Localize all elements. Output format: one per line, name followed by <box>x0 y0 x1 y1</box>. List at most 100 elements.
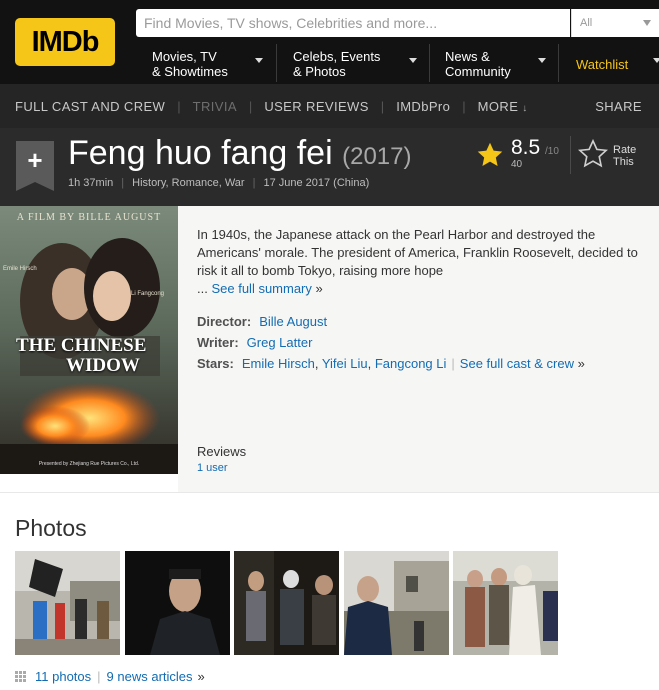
director-link[interactable]: Bille August <box>259 314 327 329</box>
photo-thumbnail[interactable] <box>234 551 339 655</box>
nav-movies-line1: Movies, TV <box>152 49 217 64</box>
add-to-watchlist-ribbon[interactable]: + <box>16 141 54 191</box>
page-title: Feng huo fang fei (2017) <box>68 134 411 173</box>
writer-row: Writer: Greg Latter <box>197 335 312 350</box>
runtime: 1h 37min <box>68 177 114 189</box>
poster-presented: Presented by Zhejiang Rue Pictures Co., … <box>38 461 140 467</box>
title-meta: 1h 37min | History, Romance, War | 17 June 2… <box>68 177 369 189</box>
star-icon <box>477 142 503 166</box>
chevron-down-icon <box>643 20 651 26</box>
reviews-label: Reviews <box>197 444 247 459</box>
rating-divider <box>570 136 571 174</box>
search-category-label: All <box>580 17 593 29</box>
meta-divider: | <box>252 177 256 189</box>
rating-value: 8.5 <box>511 136 541 159</box>
share-link[interactable]: SHARE <box>595 99 642 114</box>
more-menu[interactable]: MORE ↓ <box>478 99 528 114</box>
nav-news-line1: News & <box>445 49 490 64</box>
news-articles-link[interactable]: 9 news articles <box>107 669 193 684</box>
stars-divider: | <box>451 356 455 371</box>
photos-heading: Photos <box>15 515 87 541</box>
more-label: MORE <box>477 98 519 114</box>
director-label: Director: <box>197 314 252 329</box>
user-reviews-link[interactable]: USER REVIEWS <box>264 99 368 114</box>
subnav-divider: | <box>462 98 466 114</box>
nav-watchlist[interactable]: Watchlist <box>560 44 659 84</box>
photo-thumbnail[interactable] <box>125 551 230 655</box>
nav-movies-tv[interactable]: Movies, TV & Showtimes <box>136 44 273 84</box>
meta-divider: | <box>121 177 125 189</box>
rate-this-button[interactable]: Rate This <box>613 144 636 168</box>
trivia-link[interactable]: TRIVIA <box>193 99 237 114</box>
plot-summary: In 1940s, the Japanese attack on the Pea… <box>197 226 645 298</box>
user-reviews-count-link[interactable]: 1 user <box>197 462 228 474</box>
photo-thumbnail[interactable] <box>15 551 120 655</box>
nav-celebs-events[interactable]: Celebs, Events & Photos <box>277 44 427 84</box>
plus-icon: + <box>27 145 43 175</box>
photos-count-link[interactable]: 11 photos <box>35 669 91 684</box>
photo-2-image <box>125 551 230 655</box>
chevron-right-icon: » <box>197 669 205 684</box>
caret-down-icon <box>409 58 417 63</box>
imdb-logo[interactable]: IMDb <box>15 18 115 66</box>
subnav-divider: | <box>177 98 181 114</box>
full-cast-link[interactable]: FULL CAST AND CREW <box>15 99 165 114</box>
director-row: Director: Bille August <box>197 314 327 329</box>
stars-row: Stars: Emile Hirsch, Yifei Liu, Fangcong … <box>197 356 585 371</box>
nav-celebs-line2: & Photos <box>293 64 346 79</box>
photo-thumbnail[interactable] <box>344 551 449 655</box>
poster-top-text: A FILM BY BILLE AUGUST <box>16 212 162 223</box>
photo-4-image <box>344 551 449 655</box>
poster-title-line2: WIDOW <box>66 355 140 376</box>
photos-footer: 11 photos | 9 news articles » <box>15 669 205 684</box>
rate-label-line1: Rate <box>613 144 637 156</box>
watchlist-label: Watchlist <box>576 56 629 72</box>
movie-poster[interactable]: A FILM BY BILLE AUGUST Emile Hirsch Li F… <box>0 206 178 474</box>
stars-label: Stars: <box>197 356 234 371</box>
star-link[interactable]: Yifei Liu <box>322 356 368 371</box>
search-input[interactable] <box>136 9 570 37</box>
genres[interactable]: History, Romance, War <box>132 177 244 189</box>
poster-right-name: Li Fangcong <box>131 291 165 297</box>
imdbpro-link[interactable]: IMDbPro <box>396 99 450 114</box>
nav-news-community[interactable]: News & Community <box>429 44 556 84</box>
writer-label: Writer: <box>197 335 239 350</box>
release-date[interactable]: 17 June 2017 (China) <box>263 177 369 189</box>
chevron-right-icon: » <box>577 356 585 371</box>
photo-5-image <box>453 551 558 655</box>
title-name: Feng huo fang fei <box>68 134 333 172</box>
rate-label-line2: This <box>613 156 634 168</box>
summary-ellipsis: ... <box>197 281 208 296</box>
writer-link[interactable]: Greg Latter <box>247 335 313 350</box>
subnav-divider: | <box>248 98 253 114</box>
title-year[interactable]: (2017) <box>342 143 411 170</box>
caret-down-icon <box>653 58 659 63</box>
double-chevron-down-icon: ↓ <box>522 102 528 114</box>
caret-down-icon <box>255 58 263 63</box>
rating-count[interactable]: 40 <box>511 159 522 170</box>
nav-movies-line2: & Showtimes <box>152 64 228 79</box>
grid-icon <box>15 671 26 682</box>
poster-left-name: Emile Hirsch <box>3 266 37 272</box>
rating-max: /10 <box>545 146 559 157</box>
footer-divider: | <box>97 669 101 684</box>
photo-thumbnail[interactable] <box>453 551 558 655</box>
title-header: + Feng huo fang fei (2017) 1h 37min | Hist… <box>0 128 659 206</box>
photo-3-image <box>234 551 339 655</box>
nav-news-line2: Community <box>445 64 511 79</box>
caret-down-icon <box>538 58 546 63</box>
see-full-cast-link[interactable]: See full cast & crew <box>460 356 574 371</box>
title-subnav: FULL CAST AND CREW | TRIVIA | USER REVIE… <box>0 84 659 128</box>
chevron-right-icon: » <box>315 281 323 296</box>
star-link[interactable]: Fangcong Li <box>375 356 447 371</box>
poster-title: THE CHINESE WIDOW <box>16 336 146 376</box>
star-outline-icon[interactable] <box>578 139 608 169</box>
summary-text: In 1940s, the Japanese attack on the Pea… <box>197 227 638 278</box>
top-navigation-bar: IMDb All Movies, TV& Showtimes Celebs, E… <box>0 0 659 84</box>
photo-1-image <box>15 551 120 655</box>
subnav-divider: | <box>380 98 385 114</box>
see-full-summary-link[interactable]: See full summary <box>211 281 311 296</box>
star-link[interactable]: Emile Hirsch <box>242 356 315 371</box>
photos-section: Photos 11 photos | 9 news articles » <box>0 492 659 690</box>
search-category-select[interactable]: All <box>571 9 659 37</box>
